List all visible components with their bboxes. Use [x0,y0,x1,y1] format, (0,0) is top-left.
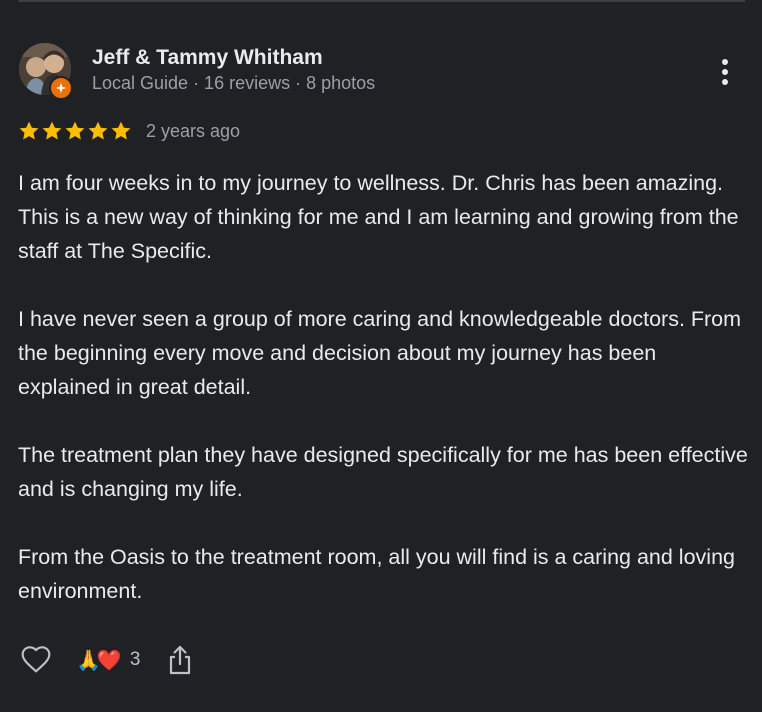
more-vert-icon-dot [722,59,728,65]
reviewer-meta: Local Guide · 16 reviews · 8 photos [92,73,376,93]
like-button[interactable] [18,642,54,678]
review-actions: 🙏 ❤️ 3 [18,640,196,680]
more-vert-icon-dot [722,79,728,85]
share-icon [170,645,191,675]
review-paragraph: I am four weeks in to my journey to well… [18,171,739,263]
star-icon [42,121,62,140]
red-heart-emoji: ❤️ [96,648,122,672]
star-rating [18,120,132,142]
star-icon [19,121,39,140]
star-icon [88,121,108,140]
reviewer-name[interactable]: Jeff & Tammy Whitham [92,46,323,70]
more-vert-icon-dot [722,69,728,75]
share-button[interactable] [164,642,196,678]
review-date: 2 years ago [146,120,241,141]
star-icon [65,121,85,140]
local-guide-badge-icon [49,76,73,100]
review-card: Jeff & Tammy Whitham Local Guide · 16 re… [0,0,762,712]
review-paragraph: From the Oasis to the treatment room, al… [18,545,735,603]
more-options-button[interactable] [712,54,738,90]
reactions-button[interactable]: 🙏 ❤️ 3 [76,648,140,672]
heart-outline-icon [21,646,51,673]
rating-row: 2 years ago [18,119,240,143]
reaction-count: 3 [129,649,141,670]
review-paragraph: The treatment plan they have designed sp… [18,443,748,501]
review-paragraph: I have never seen a group of more caring… [18,307,742,399]
review-text: I am four weeks in to my journey to well… [18,166,748,642]
star-icon [111,121,131,140]
